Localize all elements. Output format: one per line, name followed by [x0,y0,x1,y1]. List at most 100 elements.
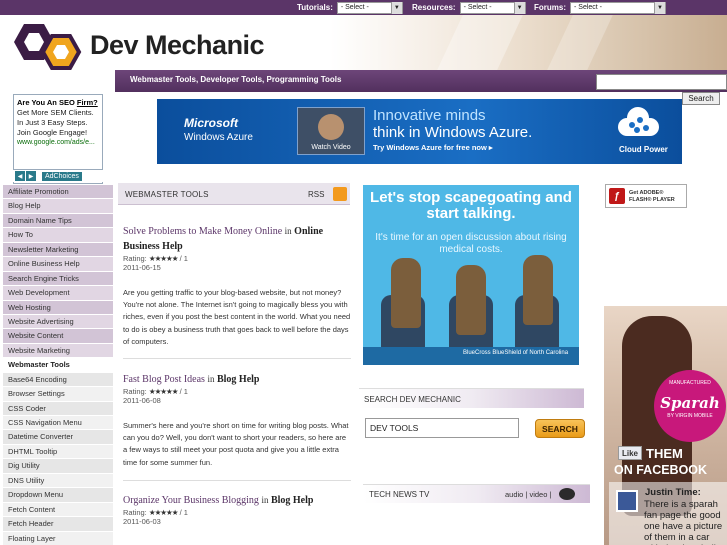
sparah-seal-logo: MANUFACTURED Sparah BY VIRGIN MOBILE [654,370,726,442]
post-title-line: Solve Problems to Make Money Online in O… [123,226,324,252]
sparah-on-facebook-text: ON FACEBOOK [614,463,708,477]
hex-nut-logo-icon[interactable] [10,20,90,70]
post-title-link[interactable]: Organize Your Business Blogging [123,495,259,506]
search-section-title: SEARCH DEV MECHANIC [364,395,461,404]
category-item[interactable]: Blog Help [3,199,113,214]
category-item[interactable]: How To [3,228,113,243]
chevron-down-icon: ▼ [654,1,665,14]
azure-cta-link[interactable]: Try Windows Azure for free now ▸ [373,143,493,152]
post-title-link[interactable]: Solve Problems to Make Money Online [123,226,282,237]
arrow-left-icon[interactable]: ◀ [15,171,25,181]
forums-select[interactable]: - Select - ▼ [570,1,666,14]
site-tagline: Webmaster Tools, Developer Tools, Progra… [130,75,342,84]
rating-stars-icon[interactable]: ★★★★★ [149,508,179,517]
post-rating: Rating: ★★★★★ / 1 [123,387,188,396]
bcbs-subline: It's time for an open discussion about r… [375,232,567,255]
flash-icon: ƒ [609,188,625,204]
watch-video-caption: Watch Video [311,144,351,151]
category-item[interactable]: Affiliate Promotion [3,185,113,200]
post-item: Organize Your Business Blogging in Blog … [123,493,351,526]
presenter-face-icon [318,114,344,140]
bcbs-footer: BlueCross BlueShield of North Carolina [363,347,579,365]
category-item[interactable]: Website Advertising [3,314,113,330]
tool-item[interactable]: Base64 Encoding [3,372,113,388]
sparah-them-text: THEM [646,446,683,461]
tool-item[interactable]: CSS Coder [3,401,113,416]
rating-stars-icon[interactable]: ★★★★★ [149,254,179,263]
category-item[interactable]: Website Content [3,329,113,344]
post-title-link[interactable]: Fast Blog Post Ideas [123,374,205,385]
post-title-line: Fast Blog Post Ideas in Blog Help [123,374,260,385]
site-search-button[interactable]: Search [682,92,720,105]
rating-stars-icon[interactable]: ★★★★★ [149,387,179,396]
tool-item[interactable]: DHTML Tooltip [3,444,113,460]
tool-item[interactable]: Fetch Header [3,517,113,532]
tutorials-label: Tutorials: [297,3,333,12]
category-item[interactable]: Web Development [3,286,113,301]
section-title: WEBMASTER TOOLS [125,190,209,199]
post-rating: Rating: ★★★★★ / 1 [123,508,188,517]
seo-ad-url[interactable]: www.google.com/ads/e... [17,138,99,148]
watch-video-thumbnail[interactable]: Watch Video [297,107,365,155]
flash-badge-text: Get ADOBE® FLASH® PLAYER [629,190,675,203]
arrow-right-icon[interactable]: ▶ [26,171,36,181]
section-header: WEBMASTER TOOLS RSS [118,183,350,205]
goat-head-icon [391,258,421,328]
resources-label: Resources: [412,3,456,12]
post-excerpt: Are you getting traffic to your blog-bas… [123,288,351,346]
tools-heading: Webmaster Tools [3,358,113,373]
forums-select-group: Forums: - Select - ▼ [534,1,666,14]
post-date: 2011-06-15 [123,263,161,272]
tool-item[interactable]: Datetime Converter [3,430,113,445]
tool-item[interactable]: DNS Utility [3,473,113,489]
rss-feed-icon[interactable] [333,187,347,201]
category-item[interactable]: Newsletter Marketing [3,242,113,258]
audio-video-links[interactable]: audio | video | [505,490,551,499]
category-item[interactable]: Domain Name Tips [3,213,113,229]
post-divider [123,480,351,481]
post-date: 2011-06-03 [123,517,161,526]
eye-icon [559,488,575,500]
seo-ad-headline[interactable]: Are You An SEO Firm? [17,98,99,108]
dev-mechanic-search-button[interactable]: SEARCH [535,419,585,438]
tech-news-title: TECH NEWS TV [369,490,430,499]
tool-item[interactable]: CSS Navigation Menu [3,416,113,431]
tool-item[interactable]: Dropdown Menu [3,488,113,503]
resources-select[interactable]: - Select - ▼ [459,1,526,14]
site-search-input[interactable] [596,74,727,90]
get-flash-player-badge[interactable]: ƒ Get ADOBE® FLASH® PLAYER [605,184,687,208]
facebook-like-button[interactable]: Like [618,446,642,460]
sparah-facebook-ad[interactable]: MANUFACTURED Sparah BY VIRGIN MOBILE Lik… [604,306,727,545]
windows-azure-banner-ad[interactable]: Microsoft Windows Azure Watch Video Inno… [157,99,682,164]
tutorials-select[interactable]: - Select - ▼ [336,1,403,14]
rss-link[interactable]: RSS [308,190,324,199]
comment-message: There is a sparah fan page the good one … [644,499,723,545]
search-section-header: SEARCH DEV MECHANIC [359,388,584,408]
category-item[interactable]: Web Hosting [3,300,113,315]
category-item[interactable]: Website Marketing [3,343,113,359]
category-list: Affiliate Promotion Blog Help Domain Nam… [3,185,113,545]
tool-item[interactable]: Dig Utility [3,459,113,474]
tool-item[interactable]: Fetch Content [3,502,113,518]
post-item: Solve Problems to Make Money Online in O… [123,224,351,348]
bcbs-headline: Let's stop scapegoating and start talkin… [370,189,572,222]
tool-item[interactable]: Browser Settings [3,387,113,402]
category-item[interactable]: Search Engine Tricks [3,271,113,287]
cloud-power-tag: Cloud Power [619,145,668,154]
azure-brand: Microsoft [184,116,238,130]
sparah-seal-arc: MANUFACTURED [669,380,711,386]
tool-item[interactable]: Floating Layer [3,531,113,545]
seo-ad-body: Get More SEM Clients. In Just 3 Easy Ste… [17,108,94,137]
adchoices-bar[interactable]: ◀ ▶ AdChoices [13,169,103,182]
site-logo-text[interactable]: Dev Mechanic [90,30,265,61]
bcbs-banner-ad[interactable]: Let's stop scapegoating and start talkin… [363,185,579,365]
post-category-link[interactable]: Blog Help [271,495,314,506]
post-category-link[interactable]: Blog Help [217,374,260,385]
azure-product: Windows Azure [184,132,253,143]
category-item[interactable]: Online Business Help [3,257,113,272]
dev-mechanic-search-input[interactable]: DEV TOOLS [365,418,519,438]
site-header: Dev Mechanic [0,15,727,70]
post-excerpt: Summer's here and you're short on time f… [123,421,349,467]
adchoices-label[interactable]: AdChoices [42,171,82,181]
tech-news-header: TECH NEWS TV audio | video | [363,484,590,503]
